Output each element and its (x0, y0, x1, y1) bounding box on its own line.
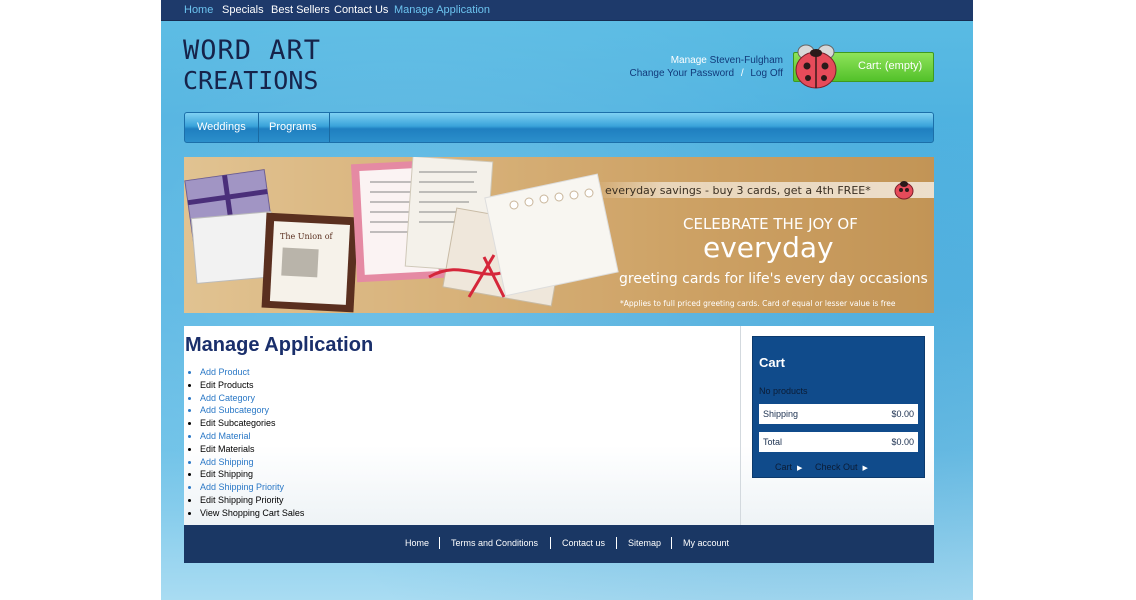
side-cart-heading: Cart (759, 355, 786, 370)
account-separator: / (740, 68, 744, 79)
shipping-value: $0.00 (891, 409, 914, 419)
footer-link-my-account[interactable]: My account (683, 538, 729, 548)
side-cart-empty-text: No products (759, 386, 808, 396)
footer-divider (671, 537, 672, 549)
site-logo[interactable]: WORD ART CREATIONS (183, 36, 343, 102)
top-nav-contact-us[interactable]: Contact Us (334, 4, 388, 16)
side-cart-checkout-button[interactable]: Check Out ▶ (815, 462, 868, 472)
side-cart-cart-button[interactable]: Cart ▶ (775, 462, 802, 472)
footer: Home Terms and Conditions Contact us Sit… (184, 525, 934, 563)
shipping-row: Shipping $0.00 (759, 404, 918, 424)
arrow-right-icon: ▶ (862, 465, 868, 472)
shipping-label: Shipping (763, 409, 799, 419)
menu-item-edit-subcategories: Edit Subcategories (200, 417, 304, 430)
main-column: Manage Application Add Product Edit Prod… (184, 326, 741, 525)
log-off-link[interactable]: Log Off (750, 68, 783, 79)
menu-item-edit-materials: Edit Materials (200, 443, 304, 456)
menu-link-add-category[interactable]: Add Category (200, 392, 304, 405)
footer-divider (616, 537, 617, 549)
total-label: Total (763, 437, 783, 447)
total-value: $0.00 (891, 437, 914, 447)
footer-link-sitemap[interactable]: Sitemap (628, 538, 661, 548)
footer-divider (439, 537, 440, 549)
main-menu: Weddings Programs (184, 112, 934, 143)
menu-link-add-subcategory[interactable]: Add Subcategory (200, 404, 304, 417)
banner-tagline: everyday savings - buy 3 cards, get a 4t… (605, 184, 871, 197)
side-cart: Cart No products Shipping $0.00 Total $0… (752, 336, 925, 478)
footer-link-home[interactable]: Home (405, 538, 429, 548)
menu-item-edit-shipping-priority: Edit Shipping Priority (200, 494, 304, 507)
top-nav-best-sellers[interactable]: Best Sellers (271, 4, 330, 16)
change-password-link[interactable]: Change Your Password (630, 68, 735, 79)
arrow-right-icon: ▶ (797, 465, 803, 472)
manage-menu-list: Add Product Edit Products Add Category A… (200, 366, 304, 520)
ladybug-icon (795, 44, 837, 89)
manage-label: Manage (670, 55, 707, 66)
banner-footnote: *Applies to full priced greeting cards. … (620, 299, 896, 308)
top-nav-specials[interactable]: Specials (222, 4, 264, 16)
promo-banner[interactable]: The Union of everyday savings - buy 3 ca… (184, 157, 934, 313)
menu-item-edit-products: Edit Products (200, 379, 304, 392)
page-container: Home Specials Best Sellers Contact Us Ma… (161, 0, 973, 600)
side-cart-checkout-label: Check Out (815, 462, 858, 472)
banner-card-text: The Union of (280, 232, 334, 241)
menu-link-add-shipping[interactable]: Add Shipping (200, 456, 304, 469)
side-cart-cart-label: Cart (775, 462, 793, 472)
menu-link-add-product[interactable]: Add Product (200, 366, 304, 379)
menu-item-weddings[interactable]: Weddings (185, 113, 259, 142)
banner-subline: greeting cards for life's every day occa… (619, 271, 928, 287)
banner-cards-artwork: The Union of everyday savings - buy 3 ca… (184, 157, 934, 313)
menu-item-programs[interactable]: Programs (257, 113, 330, 142)
menu-item-view-cart-sales: View Shopping Cart Sales (200, 507, 304, 520)
page-title: Manage Application (185, 334, 374, 356)
menu-item-edit-shipping: Edit Shipping (200, 468, 304, 481)
username-link[interactable]: Steven-Fulgham (710, 55, 783, 66)
footer-divider (550, 537, 551, 549)
footer-link-terms[interactable]: Terms and Conditions (451, 538, 538, 548)
top-nav-manage-application[interactable]: Manage Application (394, 4, 490, 16)
footer-link-contact[interactable]: Contact us (562, 538, 605, 548)
menu-link-add-material[interactable]: Add Material (200, 430, 304, 443)
total-row: Total $0.00 (759, 432, 918, 452)
logo-line-1: WORD ART (183, 35, 322, 66)
logo-line-2: CREATIONS (183, 66, 319, 95)
banner-headline-2: everyday (703, 231, 834, 264)
top-nav: Home Specials Best Sellers Contact Us Ma… (161, 0, 973, 21)
account-links: Manage Steven-Fulgham Change Your Passwo… (630, 54, 784, 80)
menu-link-add-shipping-priority[interactable]: Add Shipping Priority (200, 481, 304, 494)
cart-button-label: Cart: (empty) (858, 60, 923, 72)
top-nav-home[interactable]: Home (184, 4, 213, 16)
content-area: Manage Application Add Product Edit Prod… (184, 326, 934, 525)
